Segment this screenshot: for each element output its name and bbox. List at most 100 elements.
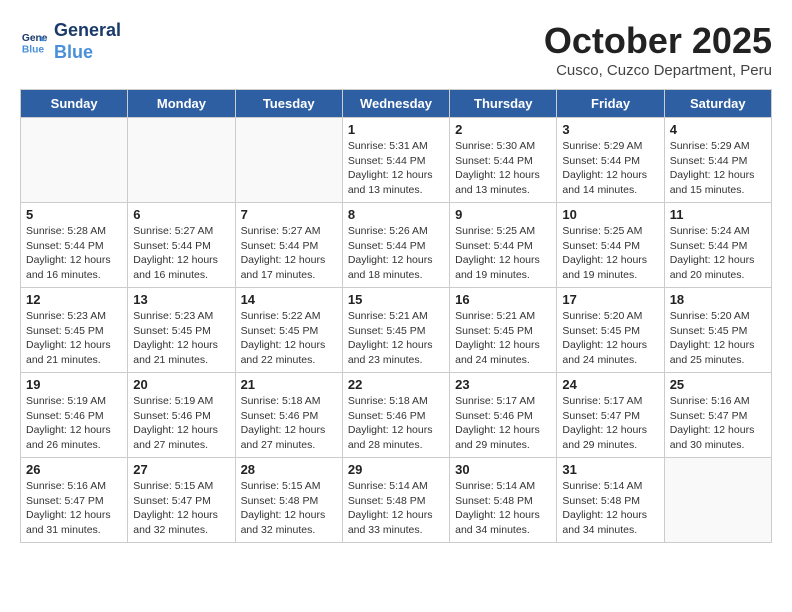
calendar-cell: 28 Sunrise: 5:15 AMSunset: 5:48 PMDayligh… <box>235 458 342 543</box>
day-number: 22 <box>348 377 444 392</box>
calendar-cell <box>235 118 342 203</box>
day-number: 11 <box>670 207 766 222</box>
day-info: Sunrise: 5:15 AMSunset: 5:48 PMDaylight:… <box>241 479 337 538</box>
day-info: Sunrise: 5:31 AMSunset: 5:44 PMDaylight:… <box>348 139 444 198</box>
day-number: 3 <box>562 122 658 137</box>
day-number: 4 <box>670 122 766 137</box>
day-number: 25 <box>670 377 766 392</box>
day-number: 24 <box>562 377 658 392</box>
day-info: Sunrise: 5:18 AMSunset: 5:46 PMDaylight:… <box>241 394 337 453</box>
day-info: Sunrise: 5:28 AMSunset: 5:44 PMDaylight:… <box>26 224 122 283</box>
calendar-cell: 2 Sunrise: 5:30 AMSunset: 5:44 PMDaylight… <box>450 118 557 203</box>
calendar-cell: 16 Sunrise: 5:21 AMSunset: 5:45 PMDayligh… <box>450 288 557 373</box>
day-number: 9 <box>455 207 551 222</box>
logo-line2: Blue <box>54 42 121 64</box>
day-info: Sunrise: 5:27 AMSunset: 5:44 PMDaylight:… <box>133 224 229 283</box>
day-number: 2 <box>455 122 551 137</box>
day-number: 13 <box>133 292 229 307</box>
calendar-day-header: Thursday <box>450 90 557 118</box>
day-info: Sunrise: 5:27 AMSunset: 5:44 PMDaylight:… <box>241 224 337 283</box>
page-header: General Blue General Blue October 2025 C… <box>20 20 772 79</box>
calendar-week-row: 26 Sunrise: 5:16 AMSunset: 5:47 PMDayligh… <box>21 458 772 543</box>
calendar-cell: 22 Sunrise: 5:18 AMSunset: 5:46 PMDayligh… <box>342 373 449 458</box>
calendar-week-row: 1 Sunrise: 5:31 AMSunset: 5:44 PMDaylight… <box>21 118 772 203</box>
day-number: 5 <box>26 207 122 222</box>
day-info: Sunrise: 5:20 AMSunset: 5:45 PMDaylight:… <box>670 309 766 368</box>
calendar-day-header: Monday <box>128 90 235 118</box>
day-info: Sunrise: 5:19 AMSunset: 5:46 PMDaylight:… <box>133 394 229 453</box>
calendar-cell: 30Sunrise: 5:14 AMSunset: 5:48 PMDayligh… <box>450 458 557 543</box>
calendar-day-header: Saturday <box>664 90 771 118</box>
day-number: 10 <box>562 207 658 222</box>
month-title: October 2025 <box>544 20 772 62</box>
day-info: Sunrise: 5:22 AMSunset: 5:45 PMDaylight:… <box>241 309 337 368</box>
calendar: SundayMondayTuesdayWednesdayThursdayFrid… <box>20 89 772 543</box>
day-info: Sunrise: 5:17 AMSunset: 5:46 PMDaylight:… <box>455 394 551 453</box>
day-number: 20 <box>133 377 229 392</box>
day-info: Sunrise: 5:24 AMSunset: 5:44 PMDaylight:… <box>670 224 766 283</box>
day-number: 29 <box>348 462 444 477</box>
day-number: 31 <box>562 462 658 477</box>
calendar-cell: 3 Sunrise: 5:29 AMSunset: 5:44 PMDaylight… <box>557 118 664 203</box>
calendar-cell: 5 Sunrise: 5:28 AMSunset: 5:44 PMDaylight… <box>21 203 128 288</box>
day-number: 14 <box>241 292 337 307</box>
day-number: 26 <box>26 462 122 477</box>
day-number: 1 <box>348 122 444 137</box>
calendar-cell <box>21 118 128 203</box>
day-info: Sunrise: 5:25 AMSunset: 5:44 PMDaylight:… <box>562 224 658 283</box>
day-info: Sunrise: 5:14 AMSunset: 5:48 PMDaylight:… <box>348 479 444 538</box>
day-number: 23 <box>455 377 551 392</box>
day-info: Sunrise: 5:20 AMSunset: 5:45 PMDaylight:… <box>562 309 658 368</box>
calendar-cell: 4 Sunrise: 5:29 AMSunset: 5:44 PMDaylight… <box>664 118 771 203</box>
calendar-cell: 12 Sunrise: 5:23 AMSunset: 5:45 PMDayligh… <box>21 288 128 373</box>
calendar-week-row: 19 Sunrise: 5:19 AMSunset: 5:46 PMDayligh… <box>21 373 772 458</box>
day-number: 16 <box>455 292 551 307</box>
calendar-cell: 6 Sunrise: 5:27 AMSunset: 5:44 PMDaylight… <box>128 203 235 288</box>
day-info: Sunrise: 5:14 AMSunset: 5:48 PMDaylight:… <box>562 479 658 538</box>
logo-line1: General <box>54 20 121 42</box>
calendar-cell: 24 Sunrise: 5:17 AMSunset: 5:47 PMDayligh… <box>557 373 664 458</box>
calendar-cell: 19 Sunrise: 5:19 AMSunset: 5:46 PMDayligh… <box>21 373 128 458</box>
title-section: October 2025 Cusco, Cuzco Department, Pe… <box>544 20 772 79</box>
day-info: Sunrise: 5:19 AMSunset: 5:46 PMDaylight:… <box>26 394 122 453</box>
calendar-cell: 29 Sunrise: 5:14 AMSunset: 5:48 PMDayligh… <box>342 458 449 543</box>
location: Cusco, Cuzco Department, Peru <box>544 62 772 79</box>
calendar-cell: 21 Sunrise: 5:18 AMSunset: 5:46 PMDayligh… <box>235 373 342 458</box>
day-number: 12 <box>26 292 122 307</box>
calendar-day-header: Friday <box>557 90 664 118</box>
day-info: Sunrise: 5:29 AMSunset: 5:44 PMDaylight:… <box>670 139 766 198</box>
day-info: Sunrise: 5:29 AMSunset: 5:44 PMDaylight:… <box>562 139 658 198</box>
day-number: 18 <box>670 292 766 307</box>
day-number: 21 <box>241 377 337 392</box>
calendar-cell: 25Sunrise: 5:16 AMSunset: 5:47 PMDayligh… <box>664 373 771 458</box>
day-number: 6 <box>133 207 229 222</box>
day-number: 15 <box>348 292 444 307</box>
day-info: Sunrise: 5:23 AMSunset: 5:45 PMDaylight:… <box>133 309 229 368</box>
calendar-header-row: SundayMondayTuesdayWednesdayThursdayFrid… <box>21 90 772 118</box>
day-info: Sunrise: 5:21 AMSunset: 5:45 PMDaylight:… <box>455 309 551 368</box>
calendar-cell: 31 Sunrise: 5:14 AMSunset: 5:48 PMDayligh… <box>557 458 664 543</box>
day-info: Sunrise: 5:23 AMSunset: 5:45 PMDaylight:… <box>26 309 122 368</box>
svg-text:Blue: Blue <box>22 44 45 55</box>
calendar-cell: 20 Sunrise: 5:19 AMSunset: 5:46 PMDayligh… <box>128 373 235 458</box>
day-info: Sunrise: 5:14 AMSunset: 5:48 PMDaylight:… <box>455 479 551 538</box>
calendar-cell: 13 Sunrise: 5:23 AMSunset: 5:45 PMDayligh… <box>128 288 235 373</box>
logo: General Blue General Blue <box>20 20 121 63</box>
calendar-cell <box>664 458 771 543</box>
calendar-day-header: Tuesday <box>235 90 342 118</box>
day-number: 28 <box>241 462 337 477</box>
day-info: Sunrise: 5:18 AMSunset: 5:46 PMDaylight:… <box>348 394 444 453</box>
day-number: 19 <box>26 377 122 392</box>
calendar-cell: 14 Sunrise: 5:22 AMSunset: 5:45 PMDayligh… <box>235 288 342 373</box>
calendar-cell: 1 Sunrise: 5:31 AMSunset: 5:44 PMDaylight… <box>342 118 449 203</box>
day-info: Sunrise: 5:30 AMSunset: 5:44 PMDaylight:… <box>455 139 551 198</box>
day-info: Sunrise: 5:17 AMSunset: 5:47 PMDaylight:… <box>562 394 658 453</box>
logo-icon: General Blue <box>20 28 48 56</box>
day-info: Sunrise: 5:16 AMSunset: 5:47 PMDaylight:… <box>26 479 122 538</box>
calendar-cell: 11 Sunrise: 5:24 AMSunset: 5:44 PMDayligh… <box>664 203 771 288</box>
day-number: 27 <box>133 462 229 477</box>
calendar-cell: 15Sunrise: 5:21 AMSunset: 5:45 PMDayligh… <box>342 288 449 373</box>
calendar-day-header: Wednesday <box>342 90 449 118</box>
day-info: Sunrise: 5:25 AMSunset: 5:44 PMDaylight:… <box>455 224 551 283</box>
calendar-week-row: 5 Sunrise: 5:28 AMSunset: 5:44 PMDaylight… <box>21 203 772 288</box>
